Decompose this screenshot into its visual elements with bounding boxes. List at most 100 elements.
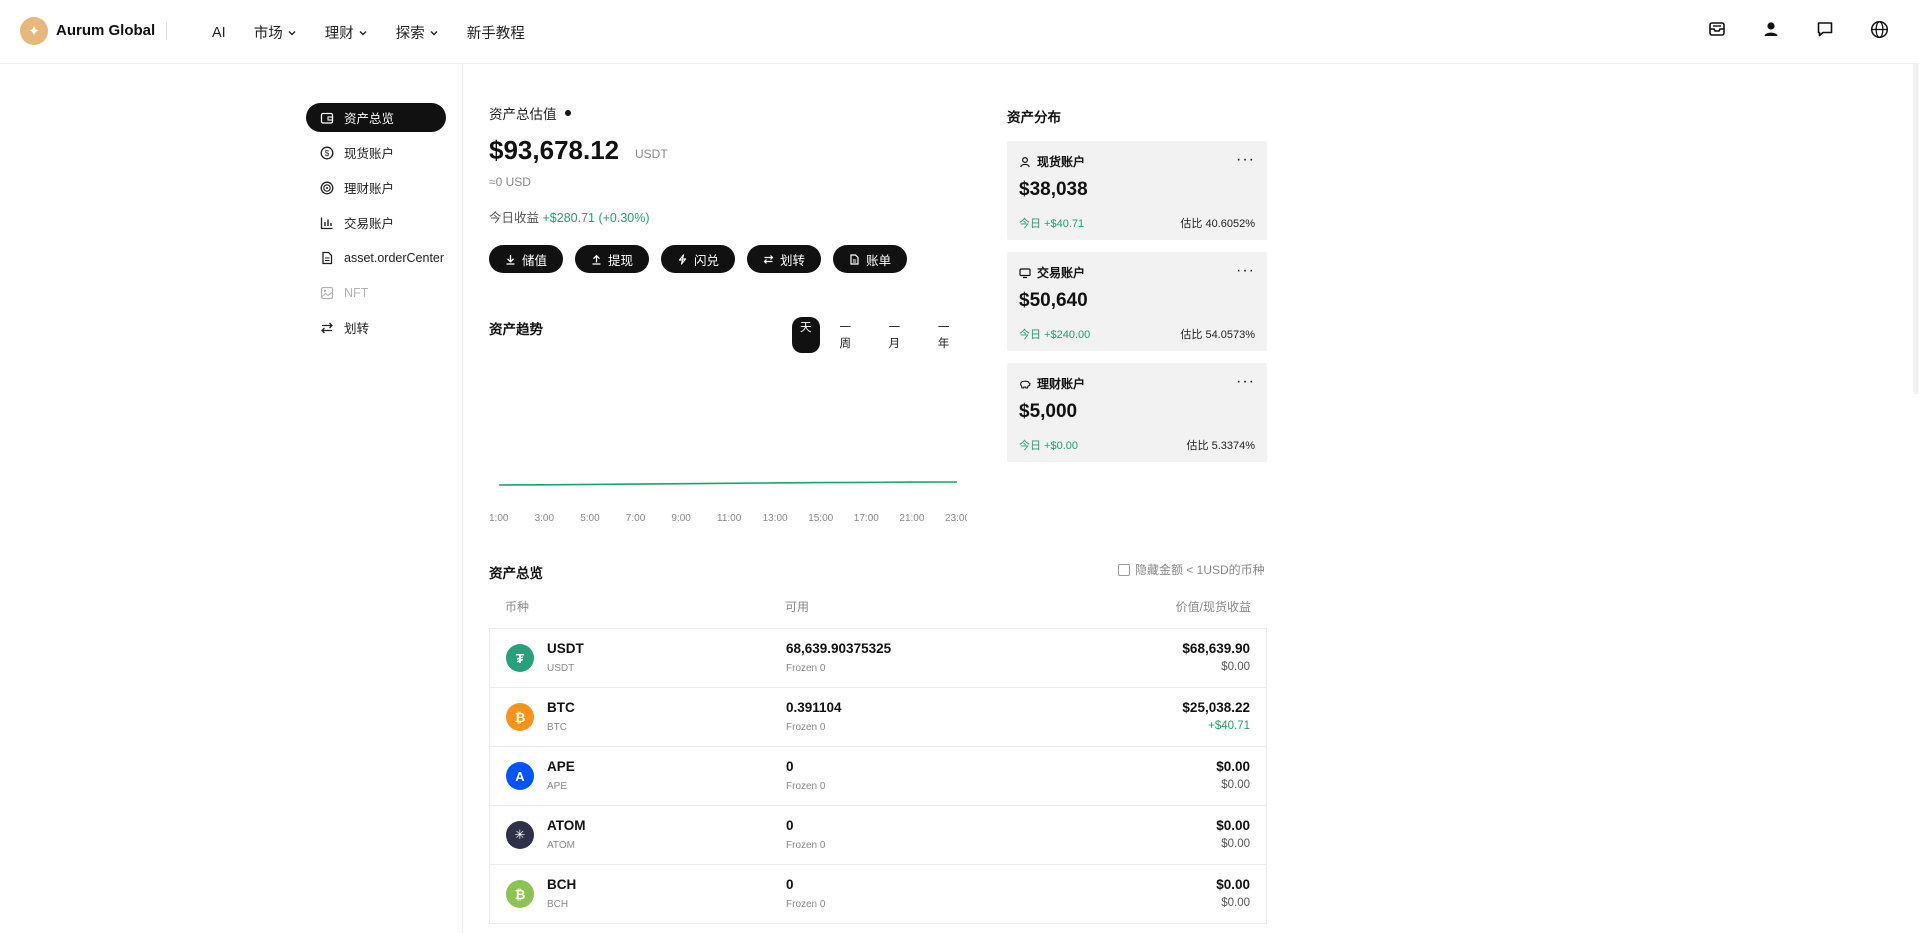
account-sidebar: 资产总览 $ 现货账户 理财账户 交易账户 asset.orderCenter … — [306, 103, 446, 348]
page-scrollbar[interactable] — [1913, 64, 1919, 394]
sidebar-item-order-center[interactable]: asset.orderCenter — [306, 243, 446, 272]
table-row[interactable]: ₮ USDT USDT 68,639.90375325 Frozen 0 $68… — [490, 629, 1266, 688]
total-value-label-text: 资产总估值 — [489, 107, 557, 122]
total-value: $93,678.12 — [489, 135, 620, 165]
asset-pnl: $0.00 — [1221, 897, 1250, 909]
coin-symbol: ATOM — [547, 818, 586, 833]
frozen-amount: Frozen 0 — [786, 899, 826, 910]
dollar-circle-icon: $ — [320, 146, 334, 159]
today-pnl: 今日收益 +$280.71 (+0.30%) — [489, 207, 650, 226]
column-header-value: 价值/现货收益 — [1175, 600, 1251, 614]
sidebar-item-finance[interactable]: 理财账户 — [306, 173, 446, 202]
user-icon[interactable] — [1761, 19, 1781, 39]
sidebar-item-label: 现货账户 — [344, 147, 395, 161]
chevron-down-icon — [359, 30, 367, 35]
x-tick-label: 7:00 — [626, 513, 646, 524]
frozen-amount: Frozen 0 — [786, 781, 826, 792]
transfer-button[interactable]: 划转 — [747, 245, 822, 273]
withdraw-button[interactable]: 提现 — [575, 245, 650, 273]
nav-item-ai[interactable]: AI — [212, 22, 226, 43]
nav-label: 市场 — [253, 26, 283, 42]
hide-small-label: 隐藏金额 < 1USD的币种 — [1135, 563, 1265, 577]
assets-table: ₮ USDT USDT 68,639.90375325 Frozen 0 $68… — [489, 628, 1267, 924]
chevron-down-icon — [430, 30, 438, 35]
distribution-card-trading[interactable]: 交易账户 ··· $50,640 今日 +$240.00 估比 54.0573% — [1007, 252, 1267, 351]
asset-pnl: $0.00 — [1221, 661, 1250, 673]
card-header: 交易账户 — [1019, 264, 1085, 281]
bitcoin-icon: ₿ — [506, 703, 534, 731]
sidebar-item-nft[interactable]: NFT — [306, 278, 446, 307]
asset-trend-chart: 1:00 3:00 5:00 7:00 9:00 11:00 13:00 15:00 17:00… — [489, 481, 967, 524]
hide-small-balances[interactable]: 隐藏金额 < 1USD的币种 — [1118, 561, 1265, 578]
asset-value: $0.00 — [1216, 759, 1250, 774]
mailbox-icon[interactable] — [1707, 19, 1727, 39]
coin-subtitle: USDT — [547, 663, 575, 674]
sidebar-item-spot[interactable]: $ 现货账户 — [306, 138, 446, 167]
period-selector: 天 一周 一月 一年 — [792, 317, 967, 353]
target-icon — [320, 181, 334, 194]
coin-subtitle: ATOM — [547, 840, 575, 851]
more-options-icon[interactable]: ··· — [1236, 151, 1255, 169]
table-row[interactable]: A APE APE 0 Frozen 0 $0.00 $0.00 — [490, 747, 1266, 806]
sidebar-item-label: 资产总览 — [344, 112, 395, 126]
header-icons — [1707, 19, 1889, 39]
distribution-title: 资产分布 — [1007, 110, 1061, 125]
table-row[interactable]: ₿ BTC BTC 0.391104 Frozen 0 $25,038.22 +… — [490, 688, 1266, 747]
sidebar-item-transfer[interactable]: 划转 — [306, 313, 446, 342]
table-row[interactable]: ✳ ATOM ATOM 0 Frozen 0 $0.00 $0.00 — [490, 806, 1266, 865]
period-week[interactable]: 一周 — [832, 317, 869, 353]
brand-name[interactable]: Aurum Global — [56, 22, 155, 39]
bar-chart-icon — [320, 217, 333, 229]
visibility-toggle-icon[interactable] — [564, 110, 571, 116]
asset-pnl: $0.00 — [1221, 779, 1250, 791]
table-row[interactable]: ₿ BCH BCH 0 Frozen 0 $0.00 $0.00 — [490, 865, 1266, 924]
sidebar-divider — [462, 64, 463, 933]
sidebar-item-label: NFT — [344, 285, 369, 300]
nav-item-explore[interactable]: 探索 — [396, 22, 439, 43]
period-day[interactable]: 天 — [792, 317, 820, 353]
card-today-pnl: 今日 +$40.71 — [1019, 218, 1085, 230]
asset-pnl: +$40.71 — [1208, 720, 1250, 732]
card-name: 理财账户 — [1037, 377, 1086, 391]
button-label: 闪兑 — [694, 253, 720, 268]
hide-small-checkbox[interactable] — [1118, 563, 1130, 576]
bill-button[interactable]: 账单 — [833, 245, 908, 273]
sidebar-item-label: asset.orderCenter — [344, 250, 445, 265]
brand-logo-icon[interactable]: ✦ — [20, 17, 48, 45]
distribution-card-finance[interactable]: 理财账户 ··· $5,000 今日 +$0.00 估比 5.3374% — [1007, 363, 1267, 462]
x-tick-label: 1:00 — [489, 513, 509, 524]
sidebar-item-overview[interactable]: 资产总览 — [306, 103, 446, 132]
x-tick-label: 11:00 — [717, 513, 742, 524]
chevron-down-icon — [288, 30, 296, 35]
period-year[interactable]: 一年 — [930, 317, 967, 353]
coin-subtitle: APE — [547, 781, 568, 792]
trend-series-line — [498, 481, 958, 486]
nav-item-tutorial[interactable]: 新手教程 — [467, 22, 525, 43]
asset-value: $0.00 — [1216, 877, 1250, 892]
document-icon — [322, 251, 333, 264]
wallet-icon — [320, 112, 334, 124]
button-label: 划转 — [780, 253, 806, 268]
svg-text:$: $ — [325, 149, 330, 158]
document-icon — [850, 253, 859, 265]
sidebar-item-label: 理财账户 — [344, 182, 395, 196]
sidebar-item-trading[interactable]: 交易账户 — [306, 208, 446, 237]
coin-symbol: APE — [547, 759, 575, 774]
total-unit: USDT — [635, 147, 668, 161]
period-month[interactable]: 一月 — [881, 317, 918, 353]
nav-label: 探索 — [395, 26, 425, 42]
globe-icon[interactable] — [1869, 19, 1889, 39]
more-options-icon[interactable]: ··· — [1236, 373, 1255, 391]
nav-item-market[interactable]: 市场 — [254, 22, 297, 43]
flash-swap-button[interactable]: 闪兑 — [661, 245, 736, 273]
card-name: 交易账户 — [1037, 266, 1086, 280]
button-label: 储值 — [522, 253, 548, 268]
chat-icon[interactable] — [1815, 19, 1835, 39]
distribution-card-spot[interactable]: 现货账户 ··· $38,038 今日 +$40.71 估比 40.6052% — [1007, 141, 1267, 240]
card-header: 现货账户 — [1019, 153, 1085, 170]
button-label: 账单 — [866, 253, 892, 268]
more-options-icon[interactable]: ··· — [1236, 262, 1255, 280]
assets-overview-title: 资产总览 — [489, 566, 543, 581]
nav-item-finance[interactable]: 理财 — [325, 22, 368, 43]
deposit-button[interactable]: 储值 — [489, 245, 564, 273]
